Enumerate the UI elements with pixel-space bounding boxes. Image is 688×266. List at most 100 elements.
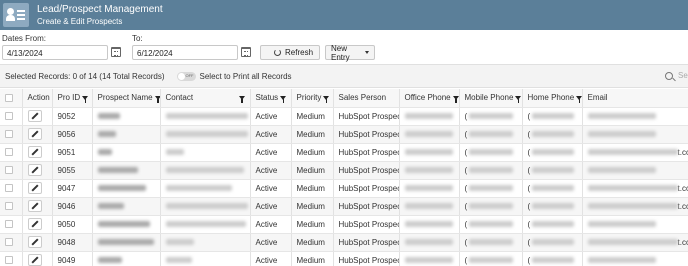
- edit-pencil-icon[interactable]: [27, 128, 42, 140]
- header-select[interactable]: [0, 89, 23, 108]
- print-all-toggle[interactable]: OFF: [176, 71, 196, 81]
- search-box[interactable]: Se: [665, 71, 688, 80]
- edit-pencil-icon[interactable]: [27, 236, 42, 248]
- row-checkbox[interactable]: [5, 130, 13, 139]
- select-all-checkbox[interactable]: [5, 94, 13, 103]
- search-icon: [665, 71, 673, 80]
- row-select[interactable]: [0, 107, 23, 126]
- header-priority[interactable]: Priority: [291, 89, 334, 108]
- contact-cell: [160, 143, 251, 162]
- contact-cell: [160, 125, 251, 144]
- filter-icon[interactable]: [576, 95, 581, 103]
- row-action[interactable]: [22, 107, 53, 126]
- header-pro-id[interactable]: Pro ID: [52, 89, 93, 108]
- table-row[interactable]: 9049 Active Medium HubSpot Prospect ((: [0, 251, 688, 266]
- filter-icon[interactable]: [82, 95, 89, 103]
- status-cell: Active: [250, 143, 292, 162]
- row-checkbox[interactable]: [5, 238, 13, 247]
- mobile-phone-cell: (: [459, 251, 523, 266]
- edit-pencil-icon[interactable]: [27, 110, 42, 122]
- header-office-phone[interactable]: Office Phone: [399, 89, 460, 108]
- header-action: Action: [22, 89, 53, 108]
- header-sales-person[interactable]: Sales Person: [333, 89, 400, 108]
- filter-icon[interactable]: [154, 95, 159, 103]
- row-select[interactable]: [0, 161, 23, 180]
- filter-icon[interactable]: [515, 95, 521, 103]
- mobile-phone-cell: (: [459, 143, 523, 162]
- email-cell: [582, 107, 688, 126]
- row-select[interactable]: [0, 125, 23, 144]
- calendar-icon[interactable]: [111, 47, 121, 57]
- filter-icon[interactable]: [280, 95, 287, 103]
- filter-icon[interactable]: [452, 95, 458, 103]
- priority-cell: Medium: [291, 143, 334, 162]
- edit-pencil-icon[interactable]: [27, 146, 42, 158]
- page-subtitle: Create & Edit Prospects: [37, 16, 123, 26]
- calendar-icon[interactable]: [241, 47, 251, 57]
- table-row[interactable]: 9047ActiveMediumHubSpot Prospect((t.com: [0, 179, 688, 198]
- row-checkbox[interactable]: [5, 148, 13, 157]
- table-row[interactable]: 9052 Active Medium HubSpot Prospect ((: [0, 107, 688, 126]
- filter-icon[interactable]: [323, 95, 330, 103]
- date-from-input[interactable]: 4/13/2024: [2, 45, 108, 60]
- row-select[interactable]: [0, 143, 23, 162]
- pro-id-cell: 9056: [52, 125, 93, 144]
- table-row[interactable]: 9056 Active Medium HubSpot Prospect ((: [0, 125, 688, 144]
- edit-pencil-icon[interactable]: [27, 182, 42, 194]
- row-checkbox[interactable]: [5, 166, 13, 175]
- row-action[interactable]: [22, 251, 53, 266]
- header-prospect-name[interactable]: Prospect Name: [92, 89, 161, 108]
- sales-person-cell: HubSpot Prospect: [333, 215, 400, 234]
- row-checkbox[interactable]: [5, 184, 13, 193]
- office-phone-cell: [399, 107, 460, 126]
- header-home-phone[interactable]: Home Phone: [522, 89, 583, 108]
- header-status[interactable]: Status: [250, 89, 292, 108]
- date-to-input[interactable]: 6/12/2024: [132, 45, 238, 60]
- edit-pencil-icon[interactable]: [27, 218, 42, 230]
- row-select[interactable]: [0, 197, 23, 216]
- row-checkbox[interactable]: [5, 220, 13, 229]
- print-all-label: Select to Print all Records: [199, 71, 292, 81]
- table-row[interactable]: 9051ActiveMediumHubSpot Prospect((t.com: [0, 143, 688, 162]
- edit-pencil-icon[interactable]: [27, 164, 42, 176]
- row-action[interactable]: [22, 161, 53, 180]
- home-phone-cell: (: [522, 161, 583, 180]
- row-select[interactable]: [0, 215, 23, 234]
- contact-cell: [160, 215, 251, 234]
- refresh-button[interactable]: Refresh: [260, 45, 320, 60]
- contact-cell: [160, 197, 251, 216]
- row-checkbox[interactable]: [5, 202, 13, 211]
- prospect-name-cell: [92, 197, 161, 216]
- row-action[interactable]: [22, 143, 53, 162]
- edit-pencil-icon[interactable]: [27, 200, 42, 212]
- row-action[interactable]: [22, 215, 53, 234]
- row-checkbox[interactable]: [5, 112, 13, 121]
- row-action[interactable]: [22, 197, 53, 216]
- new-entry-label: New Entry: [331, 43, 350, 62]
- table-row[interactable]: 9055 Active Medium HubSpot Prospect ((: [0, 161, 688, 180]
- row-checkbox[interactable]: [5, 256, 13, 265]
- row-action[interactable]: [22, 233, 53, 252]
- table-row[interactable]: 9048ActiveMediumHubSpot Prospect((t.com: [0, 233, 688, 252]
- header-mobile-phone[interactable]: Mobile Phone: [459, 89, 523, 108]
- email-cell: [582, 161, 688, 180]
- app-header: Lead/Prospect Management Create & Edit P…: [0, 0, 688, 30]
- row-action[interactable]: [22, 125, 53, 144]
- prospect-name-cell: [92, 233, 161, 252]
- status-cell: Active: [250, 125, 292, 144]
- row-select[interactable]: [0, 233, 23, 252]
- sales-person-cell: HubSpot Prospect: [333, 251, 400, 266]
- header-email[interactable]: Email: [582, 89, 688, 108]
- row-action[interactable]: [22, 179, 53, 198]
- priority-cell: Medium: [291, 107, 334, 126]
- new-entry-dropdown[interactable]: New Entry: [325, 43, 375, 62]
- pro-id-cell: 9051: [52, 143, 93, 162]
- table-row[interactable]: 9046ActiveMediumHubSpot Prospect((t.com: [0, 197, 688, 216]
- filter-icon[interactable]: [238, 95, 245, 103]
- table-row[interactable]: 9050 Active Medium HubSpot Prospect ((: [0, 215, 688, 234]
- row-select[interactable]: [0, 179, 23, 198]
- header-contact[interactable]: Contact: [160, 89, 251, 108]
- row-select[interactable]: [0, 251, 23, 266]
- contact-cell: [160, 251, 251, 266]
- edit-pencil-icon[interactable]: [27, 254, 42, 266]
